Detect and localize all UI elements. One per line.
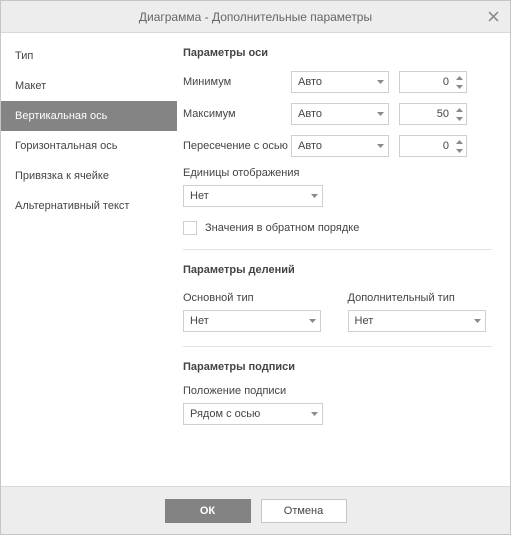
cancel-button[interactable]: Отмена — [261, 499, 347, 523]
row-minimum: Минимум Авто 0 — [183, 71, 492, 93]
section-title-ticks: Параметры делений — [183, 264, 492, 276]
chevron-down-icon — [311, 194, 318, 198]
minimum-mode-select[interactable]: Авто — [291, 71, 389, 93]
col-minor: Дополнительный тип Нет — [348, 288, 493, 332]
section-title-axis: Параметры оси — [183, 47, 492, 59]
spin-value: 0 — [404, 76, 452, 88]
maximum-mode-select[interactable]: Авто — [291, 103, 389, 125]
button-label: Отмена — [284, 505, 323, 517]
minimum-value-spin[interactable]: 0 — [399, 71, 467, 93]
sidebar-item-label: Вертикальная ось — [15, 110, 107, 122]
separator — [183, 346, 492, 347]
label-position-label: Положение подписи — [183, 385, 492, 397]
select-value: Нет — [355, 315, 374, 327]
spin-arrows — [454, 137, 464, 155]
cross-value-spin[interactable]: 0 — [399, 135, 467, 157]
reverse-order-checkbox[interactable] — [183, 221, 197, 235]
chevron-down-icon[interactable] — [454, 82, 464, 91]
row-maximum: Максимум Авто 50 — [183, 103, 492, 125]
major-type-label: Основной тип — [183, 292, 328, 304]
select-value: Авто — [298, 76, 322, 88]
dialog-body: Тип Макет Вертикальная ось Горизонтальна… — [1, 33, 510, 486]
chevron-down-icon[interactable] — [454, 114, 464, 123]
chevron-down-icon — [474, 319, 481, 323]
button-label: ОК — [200, 505, 215, 517]
dialog-chart-advanced: Диаграмма - Дополнительные параметры Тип… — [0, 0, 511, 535]
chevron-down-icon — [377, 144, 384, 148]
units-label: Единицы отображения — [183, 167, 492, 179]
sidebar: Тип Макет Вертикальная ось Горизонтальна… — [1, 33, 177, 486]
separator — [183, 249, 492, 250]
maximum-value-spin[interactable]: 50 — [399, 103, 467, 125]
spin-arrows — [454, 105, 464, 123]
cross-label: Пересечение с осью — [183, 139, 291, 153]
dialog-title: Диаграмма - Дополнительные параметры — [139, 10, 372, 24]
chevron-down-icon — [311, 412, 318, 416]
minimum-label: Минимум — [183, 75, 291, 89]
reverse-order-label: Значения в обратном порядке — [205, 222, 359, 234]
spin-value: 0 — [404, 140, 452, 152]
row-cross: Пересечение с осью Авто 0 — [183, 135, 492, 157]
spin-arrows — [454, 73, 464, 91]
select-value: Авто — [298, 140, 322, 152]
sidebar-item-type[interactable]: Тип — [1, 41, 177, 71]
chevron-up-icon[interactable] — [454, 137, 464, 146]
select-value: Нет — [190, 315, 209, 327]
sidebar-item-label: Альтернативный текст — [15, 200, 129, 212]
chevron-up-icon[interactable] — [454, 105, 464, 114]
titlebar: Диаграмма - Дополнительные параметры — [1, 1, 510, 33]
minor-type-label: Дополнительный тип — [348, 292, 493, 304]
col-major: Основной тип Нет — [183, 288, 328, 332]
sidebar-item-cell-snapping[interactable]: Привязка к ячейке — [1, 161, 177, 191]
sidebar-item-label: Тип — [15, 50, 33, 62]
select-value: Авто — [298, 108, 322, 120]
spin-value: 50 — [404, 108, 452, 120]
units-select[interactable]: Нет — [183, 185, 323, 207]
sidebar-item-horizontal-axis[interactable]: Горизонтальная ось — [1, 131, 177, 161]
chevron-down-icon[interactable] — [454, 146, 464, 155]
select-value: Рядом с осью — [190, 408, 260, 420]
section-title-labels: Параметры подписи — [183, 361, 492, 373]
select-value: Нет — [190, 190, 209, 202]
sidebar-item-label: Макет — [15, 80, 46, 92]
row-reverse: Значения в обратном порядке — [183, 221, 492, 235]
content-panel: Параметры оси Минимум Авто 0 Максимум — [177, 33, 510, 486]
maximum-label: Максимум — [183, 107, 291, 121]
chevron-down-icon — [377, 80, 384, 84]
ok-button[interactable]: ОК — [165, 499, 251, 523]
chevron-down-icon — [377, 112, 384, 116]
footer: ОК Отмена — [1, 486, 510, 534]
chevron-down-icon — [309, 319, 316, 323]
close-icon[interactable] — [482, 5, 504, 27]
sidebar-item-alt-text[interactable]: Альтернативный текст — [1, 191, 177, 221]
sidebar-item-label: Привязка к ячейке — [15, 170, 109, 182]
minor-type-select[interactable]: Нет — [348, 310, 486, 332]
sidebar-item-layout[interactable]: Макет — [1, 71, 177, 101]
sidebar-item-label: Горизонтальная ось — [15, 140, 117, 152]
cross-mode-select[interactable]: Авто — [291, 135, 389, 157]
sidebar-item-vertical-axis[interactable]: Вертикальная ось — [1, 101, 177, 131]
label-position-select[interactable]: Рядом с осью — [183, 403, 323, 425]
chevron-up-icon[interactable] — [454, 73, 464, 82]
major-type-select[interactable]: Нет — [183, 310, 321, 332]
ticks-columns: Основной тип Нет Дополнительный тип Нет — [183, 288, 492, 332]
